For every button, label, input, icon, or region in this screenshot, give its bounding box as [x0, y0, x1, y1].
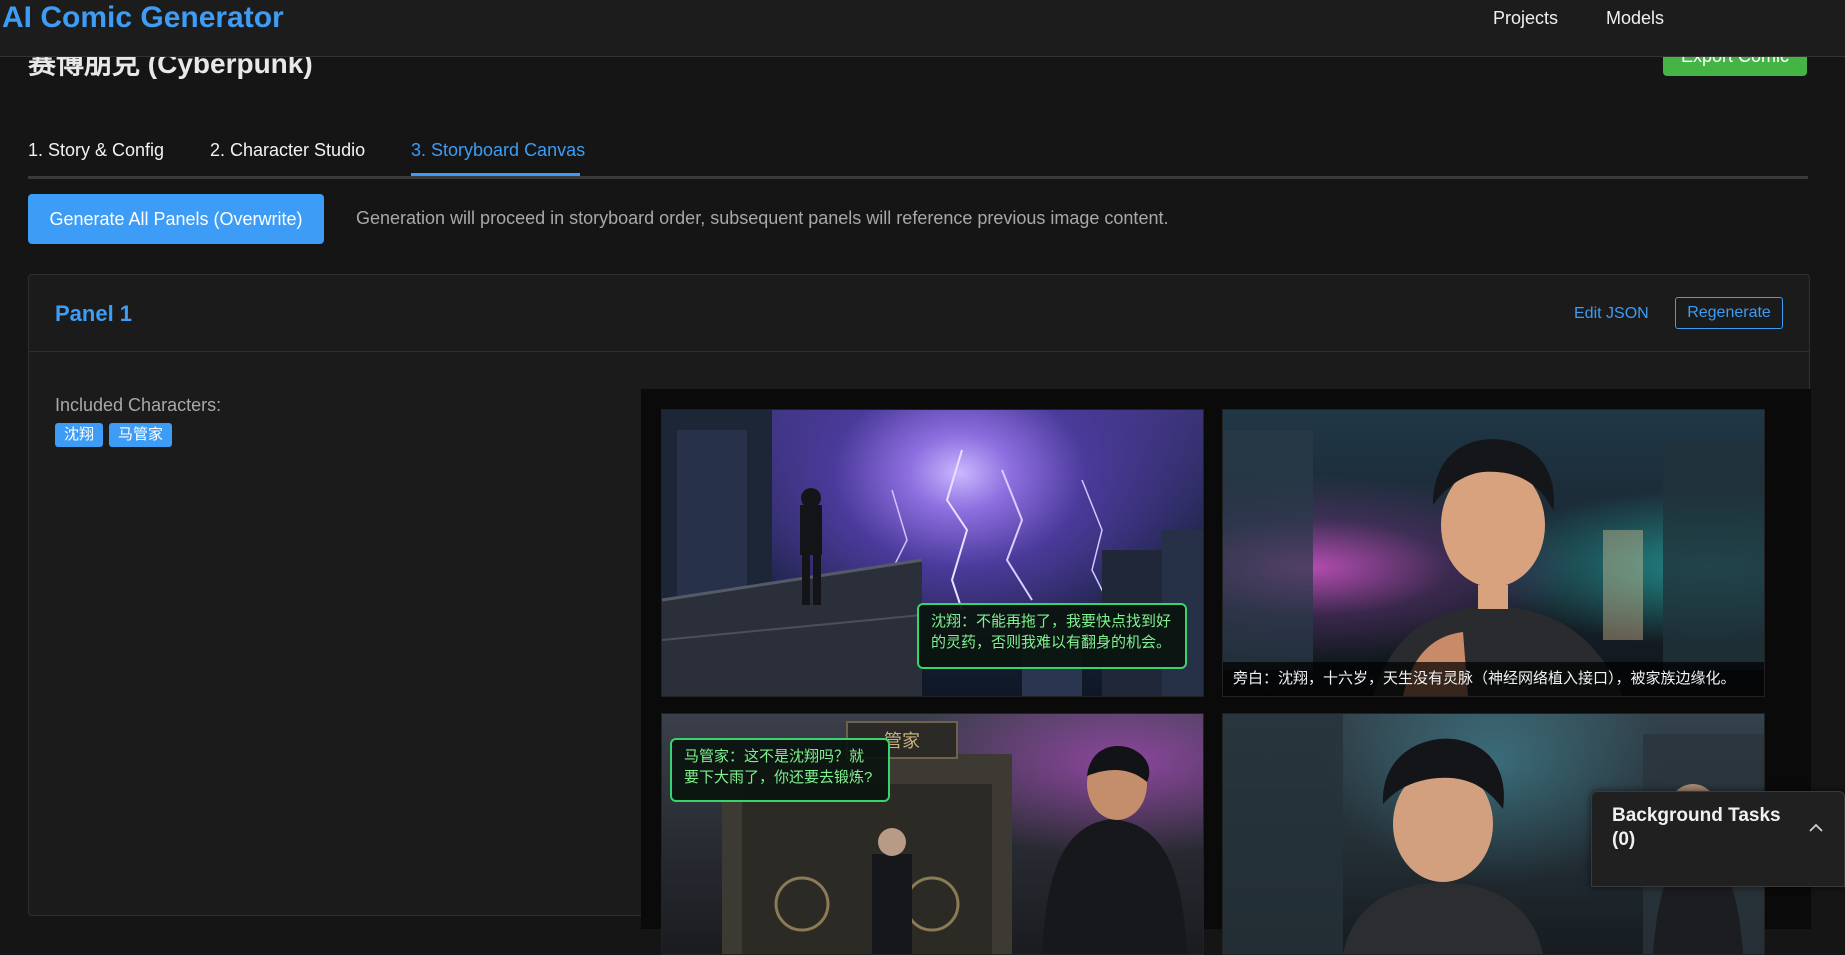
chevron-up-icon[interactable]: [1806, 818, 1826, 838]
speech-bubble: 沈翔：不能再拖了，我要快点找到好的灵药，否则我难以有翻身的机会。: [917, 603, 1187, 669]
background-tasks-widget[interactable]: Background Tasks (0): [1591, 791, 1845, 887]
generation-hint: Generation will proceed in storyboard or…: [356, 208, 1169, 228]
regenerate-button[interactable]: Regenerate: [1675, 297, 1783, 329]
tab-story-config[interactable]: 1. Story & Config: [28, 140, 164, 161]
character-tags: 沈翔 马管家: [55, 423, 178, 447]
workflow-tabs: 1. Story & Config 2. Character Studio 3.…: [28, 136, 1808, 179]
active-tab-indicator: [411, 173, 580, 176]
generate-all-panels-button[interactable]: Generate All Panels (Overwrite): [28, 194, 324, 244]
nav-projects[interactable]: Projects: [1493, 8, 1558, 29]
panel-header: Panel 1 Edit JSON Regenerate: [29, 275, 1809, 352]
nav-models[interactable]: Models: [1606, 8, 1664, 29]
character-tag[interactable]: 沈翔: [55, 423, 104, 447]
included-characters-label: Included Characters:: [55, 395, 222, 415]
character-tag[interactable]: 马管家: [109, 423, 173, 447]
comic-frame-2: 旁白：沈翔，十六岁，天生没有灵脉（神经网络植入接口），被家族边缘化。: [1222, 409, 1765, 697]
top-bar: AI Comic Generator Projects Models: [0, 0, 1845, 57]
app-logo-title[interactable]: AI Comic Generator: [2, 1, 284, 35]
character-portrait-illustration: [1223, 430, 1764, 696]
tab-storyboard-canvas[interactable]: 3. Storyboard Canvas: [411, 140, 585, 161]
edit-json-link[interactable]: Edit JSON: [1574, 305, 1649, 323]
narration-caption: 旁白：沈翔，十六岁，天生没有灵脉（神经网络植入接口），被家族边缘化。: [1223, 662, 1764, 696]
panel-title: Panel 1: [55, 301, 133, 326]
panel-card: Panel 1 Edit JSON Regenerate Included Ch…: [28, 274, 1811, 955]
tab-character-studio[interactable]: 2. Character Studio: [210, 140, 365, 161]
background-tasks-label: Background Tasks (0): [1612, 805, 1781, 850]
speech-bubble: 马管家：这不是沈翔吗？就要下大雨了，你还要去锻炼?: [670, 738, 890, 802]
comic-frame-1: 沈翔：不能再拖了，我要快点找到好的灵药，否则我难以有翻身的机会。: [661, 409, 1204, 697]
comic-frame-3: 管家 马管家：这不是沈翔吗？就要下大雨了，你还要去锻炼?: [661, 713, 1204, 955]
